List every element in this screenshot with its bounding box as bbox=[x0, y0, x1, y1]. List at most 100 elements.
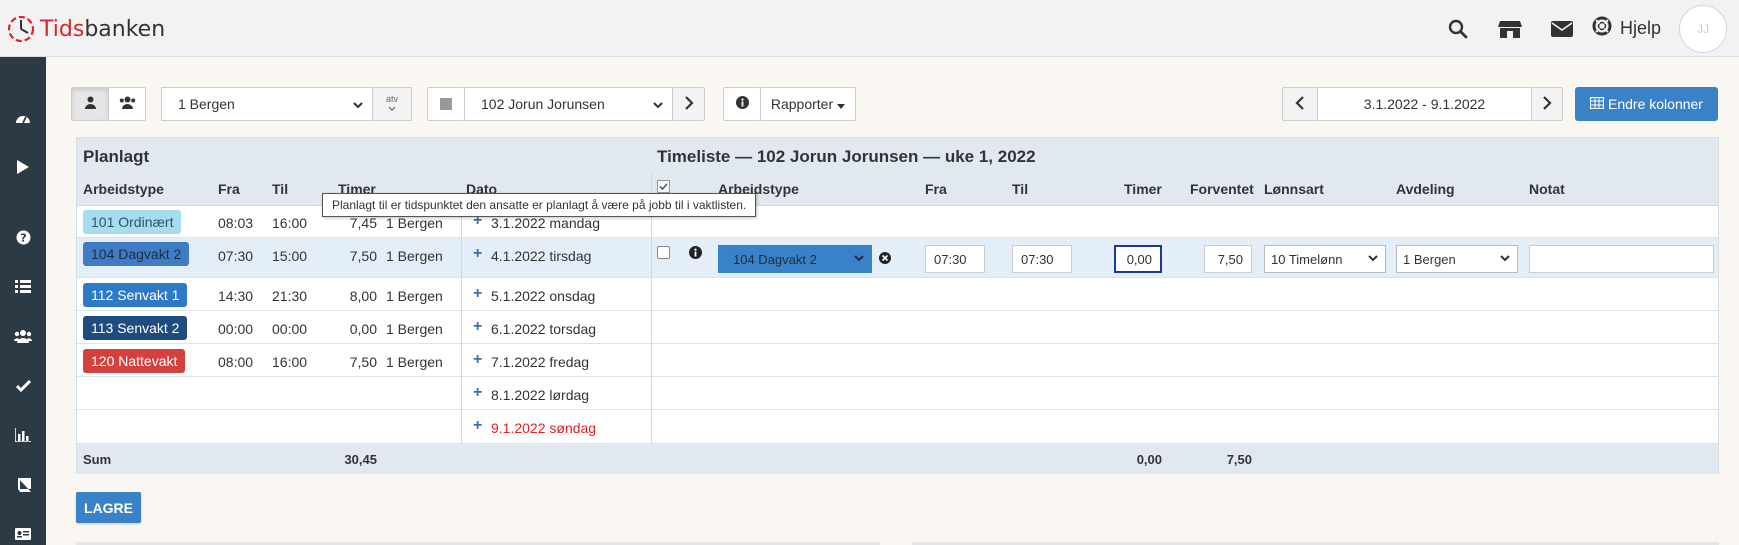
row-date: 7.1.2022 fredag bbox=[491, 354, 590, 370]
play-icon[interactable] bbox=[0, 152, 46, 182]
store-icon[interactable] bbox=[1484, 0, 1536, 57]
planned-from: 14:30 bbox=[218, 288, 254, 304]
users-icon[interactable] bbox=[0, 321, 46, 351]
tooltip: Planlagt til er tidspunktet den ansatte … bbox=[322, 193, 756, 217]
bar-chart-icon[interactable] bbox=[0, 420, 46, 450]
table-row bbox=[77, 311, 1718, 344]
chevron-down-icon bbox=[352, 98, 364, 114]
select-all-checkbox[interactable] bbox=[657, 180, 670, 193]
envelope-icon[interactable] bbox=[1536, 0, 1588, 57]
from-time-input[interactable]: 07:30 bbox=[925, 245, 985, 273]
info-icon[interactable] bbox=[689, 246, 702, 262]
table-row bbox=[77, 377, 1718, 410]
add-entry-button[interactable]: + bbox=[473, 285, 482, 303]
planned-dept: 1 Bergen bbox=[386, 248, 443, 264]
row-checkbox[interactable] bbox=[657, 246, 670, 259]
shift-type-badge: 104 Dagvakt 2 bbox=[83, 242, 190, 266]
reports-dropdown[interactable]: Rapporter bbox=[760, 87, 856, 121]
planned-to: 21:30 bbox=[272, 288, 308, 304]
add-entry-button[interactable]: + bbox=[473, 245, 482, 263]
chevron-down-icon bbox=[652, 98, 664, 114]
chevron-down-icon bbox=[1367, 252, 1379, 267]
sidebar: ? bbox=[0, 57, 46, 545]
group-users-toggle[interactable] bbox=[108, 87, 146, 121]
shift-type-badge: 120 Nattevakt bbox=[83, 349, 186, 373]
add-entry-button[interactable]: + bbox=[473, 351, 482, 369]
planned-dept: 1 Bergen bbox=[386, 288, 443, 304]
chevron-right-icon bbox=[684, 95, 694, 113]
svg-text:?: ? bbox=[20, 231, 26, 244]
planned-dept: 1 Bergen bbox=[386, 321, 443, 337]
department-select[interactable]: 1 Bergen bbox=[161, 87, 373, 121]
dashboard-icon[interactable] bbox=[0, 103, 46, 133]
change-columns-button[interactable]: Endre kolonner bbox=[1575, 87, 1718, 121]
top-bar: Tidsbanken Hjelp JJ bbox=[0, 0, 1739, 57]
work-type-select[interactable]: 104 Dagvakt 2 bbox=[718, 245, 872, 273]
col-ts-to: Til bbox=[1012, 181, 1029, 197]
help-label: Hjelp bbox=[1619, 18, 1661, 38]
employee-color-button[interactable] bbox=[427, 87, 465, 121]
list-icon[interactable] bbox=[0, 271, 46, 301]
logo[interactable]: Tidsbanken bbox=[6, 14, 165, 44]
book-icon[interactable] bbox=[0, 470, 46, 500]
previous-week-button[interactable] bbox=[1282, 87, 1318, 121]
col-ts-from: Fra bbox=[925, 181, 947, 197]
add-entry-button[interactable]: + bbox=[473, 417, 482, 435]
add-entry-button[interactable]: + bbox=[473, 318, 482, 336]
planned-to: 00:00 bbox=[272, 321, 308, 337]
users-icon bbox=[119, 96, 136, 112]
save-button[interactable]: LAGRE bbox=[76, 492, 141, 523]
tidsbanken-logo-icon bbox=[6, 14, 36, 44]
planned-hours: 8,00 bbox=[349, 288, 377, 304]
planned-to: 15:00 bbox=[272, 248, 308, 264]
check-icon[interactable] bbox=[0, 371, 46, 401]
next-employee-button[interactable] bbox=[672, 87, 705, 121]
department-value: 1 Bergen bbox=[178, 96, 235, 112]
atv-button[interactable]: atv bbox=[372, 87, 412, 121]
avatar[interactable]: JJ bbox=[1679, 4, 1727, 53]
sum-row bbox=[77, 444, 1718, 474]
question-icon[interactable]: ? bbox=[0, 222, 46, 252]
department-select-row[interactable]: 1 Bergen bbox=[1396, 245, 1518, 273]
help-link[interactable]: Hjelp bbox=[1592, 16, 1661, 41]
chevron-left-icon bbox=[1295, 95, 1305, 113]
table-icon bbox=[1589, 96, 1605, 112]
pay-type-value: 10 Timelønn bbox=[1271, 251, 1343, 267]
col-ts-dept: Avdeling bbox=[1396, 181, 1455, 197]
note-input[interactable] bbox=[1529, 245, 1714, 273]
info-icon bbox=[735, 96, 749, 112]
add-entry-button[interactable]: + bbox=[473, 384, 482, 402]
next-week-button[interactable] bbox=[1531, 87, 1563, 121]
hours-input[interactable]: 0,00 bbox=[1114, 245, 1162, 273]
brand-name: Tidsbanken bbox=[40, 16, 166, 42]
expected-hours-input[interactable]: 7,50 bbox=[1204, 245, 1252, 273]
row-date: 6.1.2022 torsdag bbox=[491, 321, 597, 337]
planned-hours: 7,50 bbox=[349, 354, 377, 370]
shift-type-badge: 112 Senvakt 1 bbox=[83, 283, 188, 307]
col-ts-hours: Timer bbox=[1124, 181, 1162, 197]
timesheet-title: Timeliste — 102 Jorun Jorunsen — uke 1, … bbox=[657, 147, 1036, 166]
info-button[interactable] bbox=[723, 87, 761, 121]
planned-hours: 7,50 bbox=[349, 248, 377, 264]
date-range-field[interactable]: 3.1.2022 - 9.1.2022 bbox=[1317, 87, 1532, 121]
chevron-down-icon bbox=[853, 252, 865, 267]
col-to: Til bbox=[272, 181, 289, 197]
shift-type-badge: 113 Senvakt 2 bbox=[83, 316, 188, 340]
employee-select[interactable]: 102 Jorun Jorunsen bbox=[464, 87, 673, 121]
col-ts-expected: Forventet bbox=[1190, 181, 1254, 197]
row-date: 4.1.2022 tirsdag bbox=[491, 248, 592, 264]
work-type-value: 104 Dagvakt 2 bbox=[733, 251, 817, 267]
shift-type-badge: 101 Ordinært bbox=[83, 210, 182, 234]
id-card-icon[interactable] bbox=[0, 519, 46, 545]
planned-dept: 1 Bergen bbox=[386, 215, 443, 231]
user-icon bbox=[84, 96, 96, 112]
row-date: 5.1.2022 onsdag bbox=[491, 288, 596, 304]
sum-hours: 0,00 bbox=[1136, 452, 1162, 467]
pay-type-select[interactable]: 10 Timelønn bbox=[1264, 245, 1386, 273]
col-from: Fra bbox=[218, 181, 240, 197]
search-icon[interactable] bbox=[1432, 0, 1484, 57]
sum-expected: 7,50 bbox=[1226, 452, 1252, 467]
single-user-toggle[interactable] bbox=[71, 87, 109, 121]
clear-icon[interactable] bbox=[879, 252, 891, 267]
to-time-input[interactable]: 07:30 bbox=[1012, 245, 1072, 273]
